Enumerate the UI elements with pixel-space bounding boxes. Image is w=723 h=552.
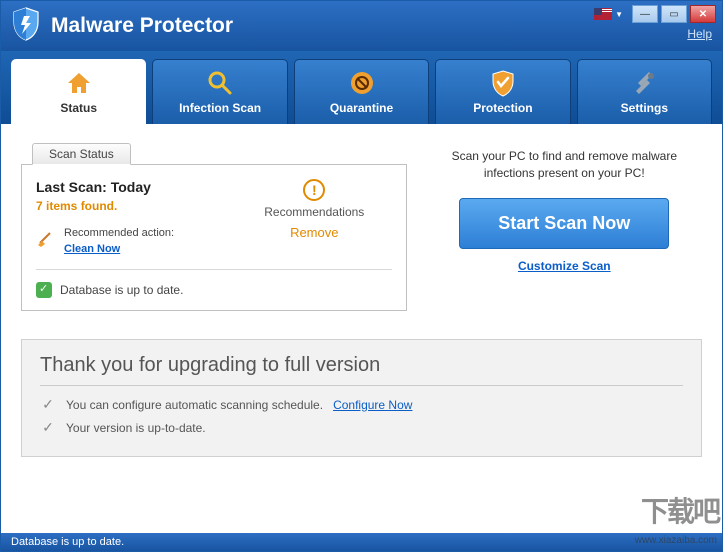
minimize-button[interactable]: — (632, 5, 658, 23)
tab-label: Status (60, 101, 97, 115)
recommended-action-label: Recommended action: (64, 227, 174, 239)
status-bar: Database is up to date. (1, 533, 722, 551)
configure-now-link[interactable]: Configure Now (333, 398, 412, 412)
nav-tabs: Status Infection Scan Quarantine Protect… (1, 51, 722, 124)
recommendations-label: Recommendations (237, 205, 392, 219)
tab-status[interactable]: Status (11, 59, 146, 124)
upgrade-title: Thank you for upgrading to full version (40, 354, 683, 377)
settings-tools-icon (630, 69, 658, 97)
scan-prompt-text: Scan your PC to find and remove malware … (427, 148, 702, 182)
tab-quarantine[interactable]: Quarantine (294, 59, 429, 124)
upgrade-row-2: ✓ Your version is up-to-date. (40, 419, 683, 436)
language-dropdown-icon[interactable]: ▼ (615, 10, 623, 19)
start-scan-button[interactable]: Start Scan Now (459, 198, 669, 249)
divider (36, 269, 392, 270)
divider (40, 385, 683, 386)
main-row: Scan Status Last Scan: Today 7 items fou… (21, 142, 702, 311)
tab-label: Quarantine (330, 101, 393, 115)
warning-icon: ! (303, 179, 325, 201)
tab-label: Infection Scan (179, 101, 261, 115)
maximize-button[interactable]: ▭ (661, 5, 687, 23)
window-controls: ▼ — ▭ ✕ (594, 5, 716, 23)
app-shield-icon (11, 6, 41, 47)
status-bar-text: Database is up to date. (11, 536, 124, 548)
app-window: Malware Protector ▼ — ▭ ✕ Help Status In… (0, 0, 723, 552)
remove-link[interactable]: Remove (237, 225, 392, 240)
database-status-text: Database is up to date. (60, 283, 183, 297)
clean-now-link[interactable]: Clean Now (64, 243, 120, 255)
tab-infection-scan[interactable]: Infection Scan (152, 59, 287, 124)
database-status-row: Database is up to date. (36, 282, 392, 298)
help-link[interactable]: Help (687, 27, 712, 41)
database-ok-icon (36, 282, 52, 298)
content-area: Scan Status Last Scan: Today 7 items fou… (1, 124, 722, 533)
customize-scan-link[interactable]: Customize Scan (427, 259, 702, 273)
upgrade-panel: Thank you for upgrading to full version … (21, 339, 702, 457)
tab-label: Settings (621, 101, 668, 115)
home-icon (65, 69, 93, 97)
broom-icon (36, 227, 56, 252)
tab-protection[interactable]: Protection (435, 59, 570, 124)
title-bar: Malware Protector ▼ — ▭ ✕ Help (1, 1, 722, 51)
last-scan-label: Last Scan: Today (36, 179, 237, 195)
magnifier-icon (206, 69, 234, 97)
check-icon: ✓ (40, 396, 56, 413)
protection-shield-icon (489, 69, 517, 97)
scan-status-panel: Scan Status Last Scan: Today 7 items fou… (21, 164, 407, 311)
items-found-text: 7 items found. (36, 199, 237, 213)
tab-settings[interactable]: Settings (577, 59, 712, 124)
check-icon: ✓ (40, 419, 56, 436)
scan-side-panel: Scan your PC to find and remove malware … (427, 142, 702, 311)
scan-status-tab[interactable]: Scan Status (32, 143, 131, 165)
quarantine-icon (348, 69, 376, 97)
close-button[interactable]: ✕ (690, 5, 716, 23)
upgrade-row-1: ✓ You can configure automatic scanning s… (40, 396, 683, 413)
upgrade-text-1: You can configure automatic scanning sch… (66, 398, 323, 412)
upgrade-text-2: Your version is up-to-date. (66, 421, 206, 435)
flag-icon[interactable] (594, 8, 612, 20)
tab-label: Protection (473, 101, 532, 115)
app-title: Malware Protector (51, 14, 233, 38)
